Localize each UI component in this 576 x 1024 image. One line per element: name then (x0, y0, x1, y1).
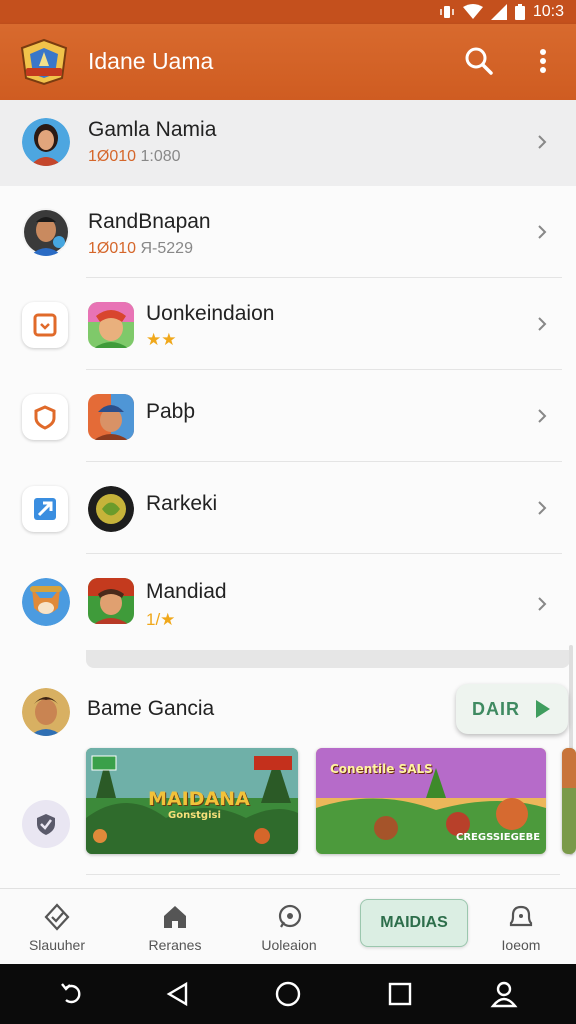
recents-icon[interactable] (386, 980, 414, 1008)
elf-game-icon (88, 302, 134, 348)
list-item[interactable]: Mandiad 1/★ (0, 554, 576, 646)
nav-label: Uoleaion (261, 937, 317, 953)
banner-subtitle: Gonstgisi (168, 810, 221, 821)
section-avatar (22, 688, 70, 736)
nav-label: Reranes (148, 937, 202, 953)
woman-avatar (22, 118, 70, 166)
more-vert-icon[interactable] (526, 44, 560, 78)
home-icon (164, 906, 186, 928)
status-icons: 10:3 (439, 3, 564, 21)
star-rating: 1/★ (146, 610, 176, 629)
row-title: Uonkeindaion (146, 302, 275, 325)
search-icon[interactable] (462, 44, 496, 78)
app-bar: Idane Uama (0, 24, 576, 100)
row-title: Gamla Namia (88, 118, 217, 141)
bell-icon (509, 905, 533, 927)
status-bar: 10:3 (0, 0, 576, 24)
row-subtitle: 1Ø010 1:080 (88, 148, 181, 165)
game-crest-logo-icon (18, 38, 70, 86)
signal-icon (490, 4, 507, 20)
section-title: Bame Gancia (87, 697, 215, 720)
back-icon[interactable] (164, 980, 192, 1008)
shield-check-icon (44, 903, 70, 931)
knight-game-icon (88, 394, 134, 440)
man-avatar (22, 208, 70, 256)
banner-title: MAIDANA (148, 788, 250, 810)
shield-badge-icon[interactable] (22, 800, 70, 848)
row-title: Mandiad (146, 580, 227, 603)
orange-square-icon (22, 302, 68, 348)
banner-title: Conentile SALS (330, 762, 433, 776)
list-item[interactable]: RandBnapan 1Ø010 Я-5229 (0, 186, 576, 278)
star-rating: ★★ (146, 330, 177, 349)
fox-avatar-icon (22, 578, 70, 626)
play-button-label: DAIR (472, 699, 520, 719)
row-title: Pabþ (146, 400, 196, 423)
nav-item-active[interactable]: MAIDIAS (360, 899, 468, 947)
chevron-right-icon (538, 225, 547, 239)
list-item[interactable]: Rarkeki (0, 462, 576, 554)
nav-label: Slauuher (28, 937, 86, 953)
hero-game-icon (88, 578, 134, 624)
play-arrow-icon (536, 700, 550, 718)
status-time: 10:3 (532, 3, 564, 20)
wifi-icon (462, 4, 483, 19)
chevron-right-icon (538, 501, 547, 515)
list-item[interactable]: Gamla Namia 1Ø010 1:080 (0, 100, 576, 186)
home-circle-icon[interactable] (274, 980, 302, 1008)
bottom-navigation: Slauuher Reranes Uoleaion MAIDIAS Ioeom (0, 888, 576, 964)
chevron-right-icon (538, 597, 547, 611)
nav-item-reranes[interactable]: Reranes (120, 889, 230, 965)
chevron-right-icon (538, 135, 547, 149)
chat-bubble-icon (278, 904, 302, 928)
orange-shield-icon (22, 394, 68, 440)
app-title: Idane Uama (88, 48, 214, 74)
blue-arrow-icon (22, 486, 68, 532)
nav-item-messages[interactable]: Uoleaion (234, 889, 344, 965)
row-title: Rarkeki (146, 492, 218, 515)
list-item[interactable]: Pabþ (0, 370, 576, 462)
row-subtitle: 1Ø010 Я-5229 (88, 240, 193, 257)
section-divider-band (86, 650, 570, 668)
account-icon[interactable] (490, 980, 518, 1008)
game-banner[interactable]: Conentile SALS CREGSSIEGEBE (316, 748, 546, 854)
game-banner[interactable]: MAIDANA Gonstgisi (86, 748, 298, 854)
game-banner-partial[interactable] (562, 748, 576, 854)
vibrate-icon (440, 6, 454, 18)
nav-item-notifications[interactable]: Ioeom (466, 889, 576, 965)
list-item[interactable]: Uonkeindaion ★★ (0, 278, 576, 370)
chevron-right-icon (538, 317, 547, 331)
battery-icon (514, 4, 525, 20)
row-title: RandBnapan (88, 210, 211, 233)
banner-subtitle: CREGSSIEGEBE (456, 832, 541, 843)
nav-item-home[interactable]: Slauuher (2, 889, 112, 965)
system-navigation-bar (0, 964, 576, 1024)
rotate-icon[interactable] (58, 980, 86, 1008)
divider (86, 874, 560, 875)
nav-label: Ioeom (501, 937, 541, 953)
nav-active-label: MAIDIAS (380, 914, 448, 931)
play-button[interactable]: DAIR (456, 684, 568, 734)
dark-orb-game-icon (88, 486, 134, 532)
chevron-right-icon (538, 409, 547, 423)
